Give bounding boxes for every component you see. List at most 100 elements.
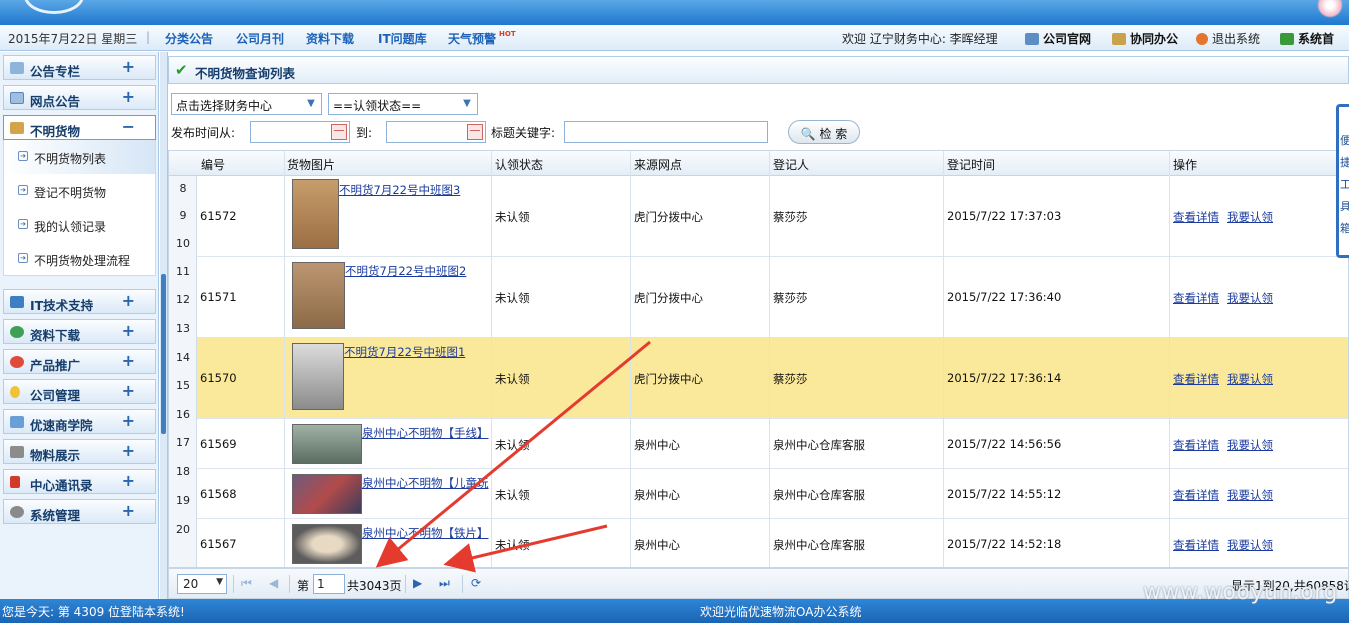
sidebar-group-unknown-goods[interactable]: 不明货物 − xyxy=(3,115,156,140)
claim-link[interactable]: 我要认领 xyxy=(1227,209,1273,225)
sidebar-group-notice[interactable]: 公告专栏 + xyxy=(3,55,156,80)
col-image[interactable]: 货物图片 xyxy=(287,156,335,173)
sidebar-item-my-claims[interactable]: ➔ 我的认领记录 xyxy=(3,208,156,242)
search-button[interactable]: 🔍 检 索 xyxy=(788,120,860,144)
pager-divider xyxy=(462,575,463,593)
row-number: 15 xyxy=(176,379,190,392)
view-details-link[interactable]: 查看详情 xyxy=(1173,209,1219,225)
col-id[interactable]: 编号 xyxy=(201,156,225,173)
splitter-handle[interactable] xyxy=(161,274,166,434)
row-status: 未认领 xyxy=(495,291,530,305)
col-source[interactable]: 来源网点 xyxy=(634,156,682,173)
claim-link[interactable]: 我要认领 xyxy=(1227,371,1273,387)
view-details-link[interactable]: 查看详情 xyxy=(1173,290,1219,306)
expand-icon[interactable]: + xyxy=(122,381,135,400)
view-details-link[interactable]: 查看详情 xyxy=(1173,437,1219,453)
nav-monthly[interactable]: 公司月刊 xyxy=(236,30,284,47)
sidebar-group-it-support[interactable]: IT技术支持 + xyxy=(3,289,156,314)
finance-center-select[interactable]: 点击选择财务中心 ▼ xyxy=(171,93,322,115)
toolbox-tab[interactable]: 便 捷 工 具 箱 xyxy=(1336,104,1349,258)
sidebar-group-label: IT技术支持 xyxy=(30,298,94,313)
sidebar-group-downloads[interactable]: 资料下载 + xyxy=(3,319,156,344)
nav-category-notice[interactable]: 分类公告 xyxy=(165,30,213,47)
chevron-down-icon: ▼ xyxy=(216,577,223,587)
page-number-input[interactable]: 1 xyxy=(313,574,345,594)
sidebar-group-branch-notice[interactable]: 网点公告 + xyxy=(3,85,156,110)
expand-icon[interactable]: + xyxy=(122,291,135,310)
table-row[interactable]: 61568 泉州中心不明物【儿童玩 未认领 泉州中心 泉州中心仓库客服 2015… xyxy=(197,469,1348,519)
goods-title-link[interactable]: 泉州中心不明物【手线】 xyxy=(362,425,490,441)
table-row[interactable]: 61569 泉州中心不明物【手线】 未认领 泉州中心 泉州中心仓库客服 2015… xyxy=(197,419,1348,469)
goods-title-link[interactable]: 泉州中心不明物【儿童玩 xyxy=(362,475,490,491)
goods-title-link[interactable]: 不明货7月22号中班图3 xyxy=(339,182,489,198)
logout-link[interactable]: 退出系统 xyxy=(1196,30,1260,47)
goods-thumbnail[interactable] xyxy=(292,262,345,329)
sidebar-group-academy[interactable]: 优速商学院 + xyxy=(3,409,156,434)
prev-page-icon[interactable]: ◀ xyxy=(269,576,278,590)
row-number: 17 xyxy=(176,436,190,449)
sidebar-group-promotion[interactable]: 产品推广 + xyxy=(3,349,156,374)
goods-title-link[interactable]: 不明货7月22号中班图1 xyxy=(344,344,489,360)
sidebar-item-process-flow[interactable]: ➔ 不明货物处理流程 xyxy=(3,242,156,276)
calendar-icon[interactable] xyxy=(467,124,483,140)
claim-link[interactable]: 我要认领 xyxy=(1227,537,1273,553)
nav-it-faq[interactable]: IT问题库 xyxy=(378,30,427,47)
sidebar-group-materials[interactable]: 物料展示 + xyxy=(3,439,156,464)
page-size-select[interactable]: 20 ▼ xyxy=(177,574,227,594)
claim-link[interactable]: 我要认领 xyxy=(1227,437,1273,453)
calendar-icon[interactable] xyxy=(331,124,347,140)
expand-icon[interactable]: + xyxy=(122,87,135,106)
goods-thumbnail[interactable] xyxy=(292,343,344,410)
expand-icon[interactable]: + xyxy=(122,471,135,490)
next-page-icon[interactable]: ▶ xyxy=(413,576,422,590)
goods-title-link[interactable]: 泉州中心不明物【铁片】 xyxy=(362,525,490,541)
company-site-link[interactable]: 公司官网 xyxy=(1025,30,1091,47)
view-details-link[interactable]: 查看详情 xyxy=(1173,537,1219,553)
nav-downloads[interactable]: 资料下载 xyxy=(306,30,354,47)
view-details-link[interactable]: 查看详情 xyxy=(1173,487,1219,503)
sidebar-splitter[interactable] xyxy=(160,52,168,599)
expand-icon[interactable]: + xyxy=(122,351,135,370)
col-status[interactable]: 认领状态 xyxy=(495,156,543,173)
goods-thumbnail[interactable] xyxy=(292,179,339,249)
expand-icon[interactable]: + xyxy=(122,321,135,340)
sidebar-item-register-goods[interactable]: ➔ 登记不明货物 xyxy=(3,174,156,208)
expand-icon[interactable]: + xyxy=(122,441,135,460)
expand-icon[interactable]: + xyxy=(122,57,135,76)
table-row[interactable]: 61572 不明货7月22号中班图3 未认领 虎门分拨中心 蔡莎莎 2015/7… xyxy=(197,176,1348,257)
keyword-input[interactable] xyxy=(564,121,768,143)
claim-link[interactable]: 我要认领 xyxy=(1227,290,1273,306)
column-divider xyxy=(491,151,492,567)
sidebar-group-company-mgmt[interactable]: 公司管理 + xyxy=(3,379,156,404)
sidebar-group-system-mgmt[interactable]: 系统管理 + xyxy=(3,499,156,524)
home-link[interactable]: 系统首 xyxy=(1280,30,1334,47)
col-time[interactable]: 登记时间 xyxy=(947,156,995,173)
refresh-icon[interactable]: ⟳ xyxy=(471,576,481,590)
claim-link[interactable]: 我要认领 xyxy=(1227,487,1273,503)
expand-icon[interactable]: + xyxy=(122,411,135,430)
claim-status-select[interactable]: ==认领状态== ▼ xyxy=(328,93,478,115)
row-registrar: 泉州中心仓库客服 xyxy=(773,538,865,552)
arrow-icon: ➔ xyxy=(18,185,28,195)
table-row[interactable]: 61571 不明货7月22号中班图2 未认领 虎门分拨中心 蔡莎莎 2015/7… xyxy=(197,257,1348,338)
collapse-icon[interactable]: − xyxy=(122,117,135,136)
sidebar-group-directory[interactable]: 中心通讯录 + xyxy=(3,469,156,494)
goods-title-link[interactable]: 不明货7月22号中班图2 xyxy=(345,263,489,279)
table-row[interactable]: 61567 泉州中心不明物【铁片】 未认领 泉州中心 泉州中心仓库客服 2015… xyxy=(197,519,1348,567)
collab-office-link[interactable]: 协同办公 xyxy=(1112,30,1178,47)
table-row[interactable]: 61570 不明货7月22号中班图1 未认领 虎门分拨中心 蔡莎莎 2015/7… xyxy=(197,338,1348,419)
goods-thumbnail[interactable] xyxy=(292,524,362,564)
goods-thumbnail[interactable] xyxy=(292,474,362,514)
last-page-icon[interactable]: ⏭ xyxy=(439,576,450,591)
sidebar-item-goods-list[interactable]: ➔ 不明货物列表 xyxy=(3,140,156,174)
goods-thumbnail[interactable] xyxy=(292,424,362,464)
search-icon: 🔍 xyxy=(800,127,816,141)
sidebar-group-label: 不明货物 xyxy=(30,124,81,139)
col-registrar[interactable]: 登记人 xyxy=(773,156,809,173)
nav-weather[interactable]: 天气预警 HOT xyxy=(448,30,516,47)
first-page-icon[interactable]: ⏮ xyxy=(241,576,252,591)
date-to-input[interactable] xyxy=(386,121,486,143)
date-from-input[interactable] xyxy=(250,121,350,143)
expand-icon[interactable]: + xyxy=(122,501,135,520)
view-details-link[interactable]: 查看详情 xyxy=(1173,371,1219,387)
